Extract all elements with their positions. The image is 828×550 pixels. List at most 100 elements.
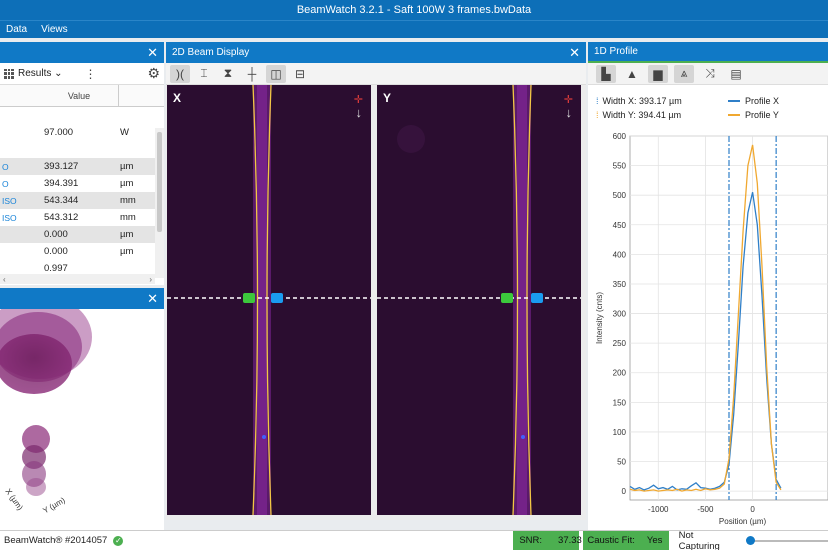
x-tick-label: -500 xyxy=(697,505,714,514)
width-x-row: ⁞ Width X: 393.17 µm xyxy=(596,94,682,108)
x-tick-label: -1000 xyxy=(648,505,669,514)
scrollbar-thumb[interactable] xyxy=(157,132,162,232)
beam-x-label: X xyxy=(173,91,182,105)
close-icon[interactable]: ✕ xyxy=(147,292,158,305)
caustic-graphic xyxy=(0,295,92,496)
table-row[interactable]: 0.000 µm xyxy=(0,226,164,243)
waist-marker xyxy=(262,435,266,439)
grid-icon[interactable] xyxy=(4,68,14,79)
caustic-3d-view[interactable]: X (µm) Y (µm) 0 xyxy=(0,295,164,530)
menu-item-views[interactable]: Views xyxy=(41,24,68,35)
vertical-scrollbar[interactable] xyxy=(155,128,164,278)
table-row[interactable] xyxy=(0,141,164,158)
profile-fill-icon[interactable]: ▲ xyxy=(622,65,642,83)
histogram-icon[interactable]: ▙ xyxy=(596,64,616,83)
table-row[interactable]: 97.000 W xyxy=(0,124,164,141)
beam-y-label: Y xyxy=(383,91,392,105)
y-tick-label: 200 xyxy=(613,369,627,378)
table-row[interactable]: ISO 543.344 mm xyxy=(0,192,164,209)
dashed-marker-icon: ⁞ xyxy=(596,96,599,106)
row-unit: mm xyxy=(120,195,136,206)
snr-label: SNR: xyxy=(519,535,543,546)
row-value: 393.127 xyxy=(44,161,79,172)
close-icon[interactable]: ✕ xyxy=(569,46,580,59)
csv-export-icon[interactable]: ▤ xyxy=(726,65,746,83)
caustic-view-icon[interactable]: ⧗ xyxy=(218,65,238,83)
row-value: 394.391 xyxy=(44,178,79,189)
row-value: 543.312 xyxy=(44,212,79,223)
caustic-fit-value: Yes xyxy=(646,535,663,546)
profile-panel-header: 1D Profile xyxy=(588,42,828,63)
results-dropdown-label: Results xyxy=(18,68,52,79)
width-x-text: Width X: 393.17 µm xyxy=(602,96,682,106)
waist-view-icon[interactable]: ⌶ xyxy=(194,65,214,83)
close-icon[interactable]: ✕ xyxy=(147,46,158,59)
gear-icon[interactable]: ⚙ xyxy=(147,65,160,82)
row-value: 543.344 xyxy=(44,195,79,206)
series-legend: Profile X Profile Y xyxy=(728,94,779,122)
scroll-left-icon[interactable]: ‹ xyxy=(3,275,6,284)
cursor-handle-left[interactable] xyxy=(501,293,513,303)
crosshair-icon[interactable]: ┼ xyxy=(242,65,262,83)
more-options-icon[interactable]: ⋮ xyxy=(85,67,97,81)
cursor-handle-right[interactable] xyxy=(271,293,283,303)
row-unit: mm xyxy=(120,212,136,223)
legend-swatch-y xyxy=(728,114,740,116)
width-y-row: ⁞ Width Y: 394.41 µm xyxy=(596,108,682,122)
results-table-header: Value xyxy=(0,85,164,107)
capture-slider[interactable] xyxy=(745,535,828,545)
check-icon: ✓ xyxy=(113,535,124,546)
window-title: BeamWatch 3.2.1 - Saft 100W 3 frames.bwD… xyxy=(296,4,532,16)
split-horizontal-icon[interactable]: ⊟ xyxy=(290,65,310,83)
device-name: BeamWatch® #2014057 xyxy=(4,535,108,546)
table-row[interactable]: ISO 543.312 mm xyxy=(0,209,164,226)
table-row[interactable]: 0.000 µm xyxy=(0,243,164,260)
row-key: O xyxy=(2,178,9,189)
y-axis-label: Intensity (cnts) xyxy=(595,292,604,344)
legend-label-x: Profile X xyxy=(745,96,780,106)
cursor-handle-left[interactable] xyxy=(243,293,255,303)
beam-panel-header: 2D Beam Display ✕ xyxy=(166,42,586,63)
profile-overlay-icon[interactable]: ⩓ xyxy=(674,64,694,83)
table-row[interactable]: O 394.391 µm xyxy=(0,175,164,192)
dashed-marker-icon: ⁞ xyxy=(596,110,599,120)
snr-value: 37.33 xyxy=(558,535,582,546)
y-tick-label: 550 xyxy=(613,162,627,171)
arrow-down-icon[interactable]: ↓ xyxy=(356,105,363,120)
table-row[interactable] xyxy=(0,107,164,124)
profile-chart[interactable]: -1000 -500 0 0 50 100 150 200 250 300 350 400 450 500… xyxy=(588,130,828,530)
horizontal-scrollbar[interactable]: ‹ › xyxy=(0,274,155,284)
beam-core xyxy=(517,85,527,515)
legend-item-y[interactable]: Profile Y xyxy=(728,108,779,122)
table-row[interactable]: O 393.127 µm xyxy=(0,158,164,175)
cursor-toggle-icon[interactable]: ⤨ xyxy=(700,65,720,83)
results-panel-header: ✕ xyxy=(0,42,164,63)
profile-block-icon[interactable]: ▆ xyxy=(648,64,668,83)
beam-view-x[interactable]: X ✛ ↓ xyxy=(167,85,371,515)
caustic-fit-indicator: Caustic Fit: Yes xyxy=(583,530,669,550)
split-vertical-icon[interactable]: ◫ xyxy=(266,64,286,83)
legend-item-x[interactable]: Profile X xyxy=(728,94,779,108)
beam-core xyxy=(257,85,267,515)
y-tick-label: 450 xyxy=(613,221,627,230)
caustic-panel-header: ✕ xyxy=(0,288,164,309)
results-toolbar: Results ⌄ ⋮ ⚙ xyxy=(0,63,164,85)
row-value: 97.000 xyxy=(44,127,74,138)
app-window: BeamWatch 3.2.1 - Saft 100W 3 frames.bwD… xyxy=(0,0,828,550)
arrow-down-icon[interactable]: ↓ xyxy=(566,105,573,120)
y-tick-label: 150 xyxy=(613,398,627,407)
row-key: ISO xyxy=(2,195,17,206)
results-panel: ✕ Results ⌄ ⋮ ⚙ Value 97.000 W O 393.127 µm O… xyxy=(0,42,164,285)
title-bar: BeamWatch 3.2.1 - Saft 100W 3 frames.bwD… xyxy=(0,0,828,20)
chevron-down-icon: ⌄ xyxy=(54,68,63,79)
width-legend: ⁞ Width X: 393.17 µm ⁞ Width Y: 394.41 µm xyxy=(596,94,682,122)
slider-knob[interactable] xyxy=(745,535,755,545)
results-dropdown[interactable]: Results ⌄ xyxy=(18,68,63,79)
cursor-handle-right[interactable] xyxy=(531,293,543,303)
value-column-header[interactable]: Value xyxy=(40,91,118,101)
menu-item-data[interactable]: Data xyxy=(6,24,27,35)
beam-view-y[interactable]: Y ✛ ↓ xyxy=(377,85,581,515)
scroll-right-icon[interactable]: › xyxy=(149,275,152,284)
divergence-view-icon[interactable]: )( xyxy=(170,64,190,83)
y-tick-label: 400 xyxy=(613,250,627,259)
